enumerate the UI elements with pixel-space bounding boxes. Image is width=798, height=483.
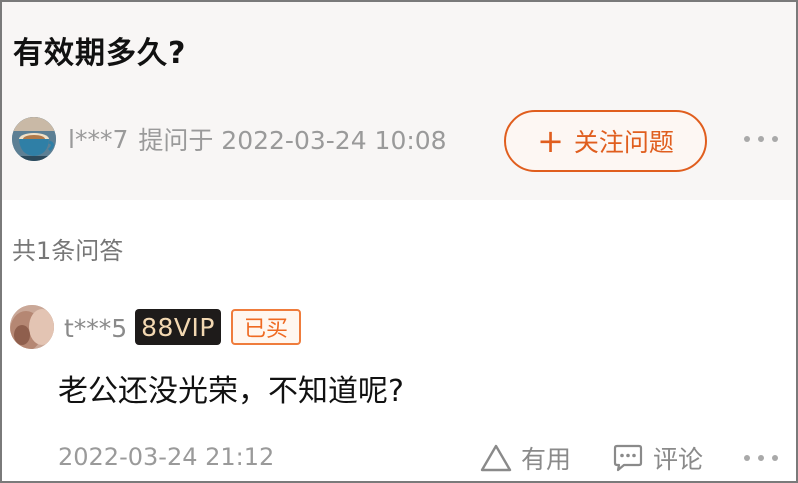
follow-question-label: 关注问题 — [573, 128, 674, 157]
bought-badge: 已买 — [231, 309, 301, 345]
answerer-avatar[interactable] — [10, 305, 54, 349]
comment-button[interactable]: 评论 — [611, 440, 703, 476]
question-header: 有效期多久? l***7 提问于 2022-03-24 10:08 + 关注问题 — [2, 2, 796, 200]
asker-meta: l***7 提问于 2022-03-24 10:08 — [68, 122, 447, 156]
answer-count: 共1条问答 — [12, 237, 124, 265]
vip-badge: 88VIP — [135, 309, 221, 345]
asker-avatar[interactable] — [12, 117, 56, 161]
answerer-avatar-image — [10, 305, 54, 349]
triangle-up-icon — [480, 444, 512, 472]
qa-page: 有效期多久? l***7 提问于 2022-03-24 10:08 + 关注问题… — [0, 0, 798, 483]
answer-text: 老公还没光荣，不知道呢? — [58, 374, 404, 409]
answerer-name[interactable]: t***5 — [64, 314, 127, 344]
useful-button[interactable]: 有用 — [479, 440, 571, 476]
comment-bubble-icon — [613, 444, 643, 472]
answer-more-dots-icon[interactable] — [744, 454, 778, 462]
useful-label: 有用 — [521, 445, 572, 474]
follow-question-button[interactable]: + 关注问题 — [504, 110, 707, 172]
question-title: 有效期多久? — [13, 36, 187, 71]
comment-label: 评论 — [653, 445, 704, 474]
question-more-dots-icon[interactable] — [744, 135, 778, 143]
asked-time: 提问于 2022-03-24 10:08 — [138, 126, 447, 155]
answer-time: 2022-03-24 21:12 — [58, 443, 275, 471]
asker-name[interactable]: l***7 — [68, 125, 128, 154]
plus-icon: + — [537, 122, 564, 160]
coffee-cup-avatar-image — [12, 117, 56, 161]
